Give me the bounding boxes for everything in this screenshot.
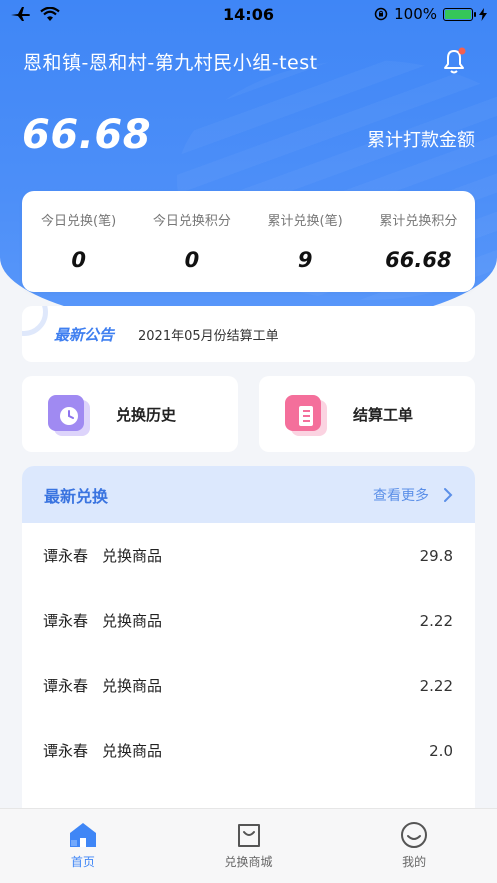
stat-total-points: 累计兑换积分 66.68 — [362, 191, 475, 292]
total-amount-label: 累计打款金额 — [367, 130, 475, 151]
recent-exchange-header: 最新兑换 查看更多 — [22, 466, 475, 523]
tab-home[interactable]: 首页 — [0, 809, 166, 883]
stat-today-count: 今日兑换(笔) 0 — [22, 191, 135, 292]
smiley-icon — [401, 822, 428, 848]
total-amount: 66.68 — [22, 112, 152, 158]
recent-exchange-card: 最新兑换 查看更多 谭永春 兑换商品 29.8 谭永春 兑换商品 2.22 谭永… — [22, 466, 475, 826]
charging-icon — [479, 7, 487, 21]
battery-icon — [443, 7, 476, 21]
stat-value: 66.68 — [385, 248, 452, 272]
settlement-order-button[interactable]: 结算工单 — [259, 376, 475, 452]
tab-mall[interactable]: 兑换商城 — [166, 809, 332, 883]
stat-total-count: 累计兑换(笔) 9 — [249, 191, 362, 292]
bell-icon[interactable] — [440, 46, 468, 76]
row-item: 兑换商品 — [102, 547, 163, 565]
row-name: 谭永春 — [43, 612, 89, 630]
row-name: 谭永春 — [43, 742, 89, 760]
view-more-label: 查看更多 — [373, 487, 429, 504]
row-name: 谭永春 — [43, 547, 89, 565]
action-label: 兑换历史 — [116, 405, 177, 424]
row-name: 谭永春 — [43, 677, 89, 695]
wifi-icon — [40, 6, 60, 21]
stat-value: 0 — [184, 248, 200, 272]
stat-label: 今日兑换(笔) — [41, 214, 117, 229]
stats-card: 今日兑换(笔) 0 今日兑换积分 0 累计兑换(笔) 9 累计兑换积分 66.6… — [22, 191, 475, 292]
list-item[interactable]: 谭永春 兑换商品 2.0 — [22, 718, 475, 783]
list-icon — [285, 395, 327, 436]
page-title: 恩和镇-恩和村-第九村民小组-test — [23, 52, 318, 74]
home-icon — [69, 823, 96, 847]
stat-label: 今日兑换积分 — [152, 214, 231, 229]
row-amount: 2.0 — [429, 741, 453, 760]
stat-today-points: 今日兑换积分 0 — [135, 191, 248, 292]
tab-bar: 首页 兑换商城 我的 — [0, 808, 497, 883]
list-item[interactable]: 谭永春 兑换商品 2.22 — [22, 653, 475, 718]
row-amount: 2.22 — [419, 611, 453, 630]
status-bar: 14:06 100% — [0, 0, 497, 28]
row-item: 兑换商品 — [102, 742, 163, 760]
stat-label: 累计兑换(笔) — [267, 214, 343, 229]
airplane-icon — [11, 7, 30, 21]
stat-label: 累计兑换积分 — [379, 214, 458, 229]
row-amount: 29.8 — [419, 546, 453, 565]
notice-decoration — [22, 306, 48, 336]
tab-label: 首页 — [70, 855, 95, 869]
chevron-right-icon — [444, 487, 453, 502]
rotation-lock-icon — [374, 7, 388, 21]
row-item: 兑换商品 — [102, 677, 163, 695]
row-amount: 2.22 — [419, 676, 453, 695]
recent-exchange-title: 最新兑换 — [44, 486, 109, 506]
stat-value: 0 — [71, 248, 86, 272]
tab-profile[interactable]: 我的 — [331, 809, 497, 883]
exchange-history-button[interactable]: 兑换历史 — [22, 376, 238, 452]
action-label: 结算工单 — [353, 405, 414, 424]
stat-value: 9 — [297, 248, 313, 272]
clock-icon — [48, 395, 90, 436]
list-item[interactable]: 谭永春 兑换商品 29.8 — [22, 523, 475, 588]
list-item[interactable]: 谭永春 兑换商品 2.22 — [22, 588, 475, 653]
notice-tag: 最新公告 — [54, 325, 115, 344]
notice-bar[interactable]: 最新公告 2021年05月份结算工单 — [22, 306, 475, 362]
notice-text[interactable]: 2021年05月份结算工单 — [138, 325, 279, 344]
tab-label: 我的 — [402, 855, 427, 869]
battery-percent: 100% — [394, 5, 437, 23]
status-time: 14:06 — [223, 4, 274, 24]
view-more-link[interactable]: 查看更多 — [373, 485, 453, 505]
tab-label: 兑换商城 — [224, 855, 273, 869]
shopping-bag-icon — [237, 824, 260, 847]
row-item: 兑换商品 — [102, 612, 163, 630]
